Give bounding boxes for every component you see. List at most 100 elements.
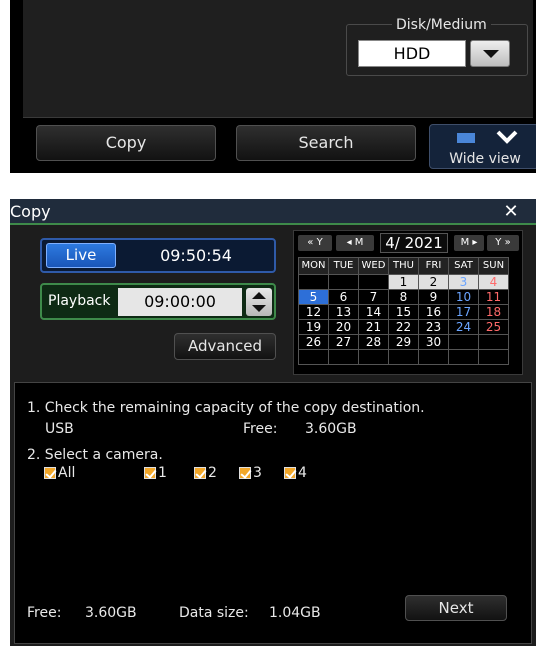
title-bar: Copy ✕	[10, 199, 536, 225]
disk-dropdown-button[interactable]	[470, 40, 510, 67]
calendar-day[interactable]: 17	[448, 304, 479, 320]
calendar-weekday-row: MON TUE WED THU FRI SAT SUN	[298, 257, 509, 275]
calendar-day[interactable]: 7	[358, 289, 389, 305]
window-title: Copy	[10, 202, 51, 221]
calendar-day[interactable]: 27	[328, 334, 359, 350]
weekday-header: WED	[358, 257, 389, 275]
calendar-day[interactable]: 19	[298, 319, 329, 335]
calendar-day[interactable]: 30	[418, 334, 449, 350]
camera-2-checkbox[interactable]	[194, 467, 206, 479]
calendar-empty-cell	[328, 349, 359, 365]
calendar-day[interactable]: 15	[388, 304, 419, 320]
advanced-button[interactable]: Advanced	[174, 333, 276, 360]
weekday-header: TUE	[328, 257, 359, 275]
next-button[interactable]: Next	[405, 595, 507, 621]
chevron-down-icon	[496, 130, 518, 144]
calendar-week-row: 5 6 7 8 9 10 11	[298, 289, 509, 305]
camera-3-label: 3	[253, 465, 262, 481]
calendar-day[interactable]: 21	[358, 319, 389, 335]
calendar-empty-cell	[448, 349, 479, 365]
calendar: « Y ◂ M 4/ 2021 M ▸ Y » MON TUE WED THU FRI S…	[293, 230, 523, 375]
footer-free-value: 3.60GB	[85, 605, 137, 621]
copy-tab[interactable]: Copy	[36, 125, 216, 161]
calendar-day[interactable]: 13	[328, 304, 359, 320]
calendar-day[interactable]: 3	[448, 274, 479, 290]
calendar-week-row: 1234	[298, 274, 509, 290]
calendar-day[interactable]: 29	[388, 334, 419, 350]
playback-time-spinner[interactable]	[246, 288, 272, 316]
copy-content: 1. Check the remaining capacity of the c…	[14, 382, 532, 644]
calendar-empty-cell	[478, 349, 509, 365]
calendar-month: 4/ 2021	[380, 233, 448, 253]
footer-free-label: Free:	[27, 605, 62, 621]
live-time: 09:50:54	[160, 246, 232, 265]
camera-1-label: 1	[158, 465, 167, 481]
copy-window: Copy ✕ Live 09:50:54 Playback 09:00:00 A…	[10, 199, 536, 646]
weekday-header: SAT	[448, 257, 479, 275]
next-year-button[interactable]: Y »	[487, 235, 519, 251]
calendar-day[interactable]: 28	[358, 334, 389, 350]
calendar-day[interactable]: 14	[358, 304, 389, 320]
calendar-day[interactable]: 10	[448, 289, 479, 305]
data-size-label: Data size:	[179, 605, 249, 621]
calendar-empty-cell	[418, 349, 449, 365]
calendar-week-row: 19 20 21 22 23 24 25	[298, 319, 509, 335]
calendar-day[interactable]: 1	[388, 274, 419, 290]
next-month-button[interactable]: M ▸	[454, 235, 484, 251]
calendar-day[interactable]: 25	[478, 319, 509, 335]
live-button[interactable]: Live	[46, 243, 116, 268]
calendar-empty-cell	[448, 334, 479, 350]
step2-text: 2. Select a camera.	[27, 447, 163, 463]
camera-1-checkbox[interactable]	[144, 467, 156, 479]
calendar-day[interactable]: 11	[478, 289, 509, 305]
screen-icon	[457, 133, 475, 143]
calendar-empty-cell	[298, 274, 329, 290]
close-icon[interactable]: ✕	[500, 202, 522, 222]
calendar-day[interactable]: 26	[298, 334, 329, 350]
calendar-empty-cell	[388, 349, 419, 365]
playback-button[interactable]: Playback	[48, 287, 110, 315]
camera-all-label: All	[58, 465, 76, 481]
camera-all-checkbox[interactable]	[44, 467, 56, 479]
calendar-day[interactable]: 23	[418, 319, 449, 335]
calendar-day[interactable]: 22	[388, 319, 419, 335]
camera-4-checkbox[interactable]	[284, 467, 296, 479]
step1-text: 1. Check the remaining capacity of the c…	[27, 400, 425, 416]
calendar-week-row: 12 13 14 15 16 17 18	[298, 304, 509, 320]
calendar-week-row: 26 27 28 29 30	[298, 334, 509, 350]
prev-year-button[interactable]: « Y	[298, 235, 332, 251]
calendar-day[interactable]: 9	[418, 289, 449, 305]
calendar-day[interactable]: 24	[448, 319, 479, 335]
calendar-day[interactable]: 18	[478, 304, 509, 320]
search-tab[interactable]: Search	[236, 125, 416, 161]
arrow-up-icon[interactable]	[252, 292, 266, 299]
calendar-day[interactable]: 2	[418, 274, 449, 290]
calendar-grid: MON TUE WED THU FRI SAT SUN 1 2 3 4 5 6 7 8 9 10 11 12 13 14…	[298, 257, 509, 365]
calendar-day[interactable]: 12	[298, 304, 329, 320]
calendar-day[interactable]: 16	[418, 304, 449, 320]
calendar-empty-cell	[358, 349, 389, 365]
destination-free-value: 3.60GB	[305, 421, 357, 437]
calendar-empty-cell	[478, 334, 509, 350]
disk-medium-select[interactable]: HDD	[358, 40, 466, 67]
disk-medium-label: Disk/Medium	[392, 17, 491, 33]
calendar-day[interactable]: 4	[478, 274, 509, 290]
playback-group: Playback 09:00:00	[40, 283, 276, 320]
wide-view-button[interactable]: Wide view	[429, 124, 536, 169]
wide-view-label: Wide view	[449, 151, 521, 167]
weekday-header: MON	[298, 257, 329, 275]
calendar-empty-cell	[298, 349, 329, 365]
live-group: Live 09:50:54	[40, 238, 276, 273]
calendar-day[interactable]: 8	[388, 289, 419, 305]
camera-2-label: 2	[208, 465, 217, 481]
destination-free-label: Free:	[243, 421, 278, 437]
arrow-down-icon[interactable]	[252, 305, 266, 312]
prev-month-button[interactable]: ◂ M	[336, 235, 374, 251]
calendar-day[interactable]: 6	[328, 289, 359, 305]
camera-3-checkbox[interactable]	[239, 467, 251, 479]
calendar-day[interactable]: 5	[298, 289, 329, 305]
chevron-down-icon	[483, 50, 499, 58]
weekday-header: FRI	[418, 257, 449, 275]
calendar-day[interactable]: 20	[328, 319, 359, 335]
playback-time-input[interactable]: 09:00:00	[118, 288, 242, 316]
